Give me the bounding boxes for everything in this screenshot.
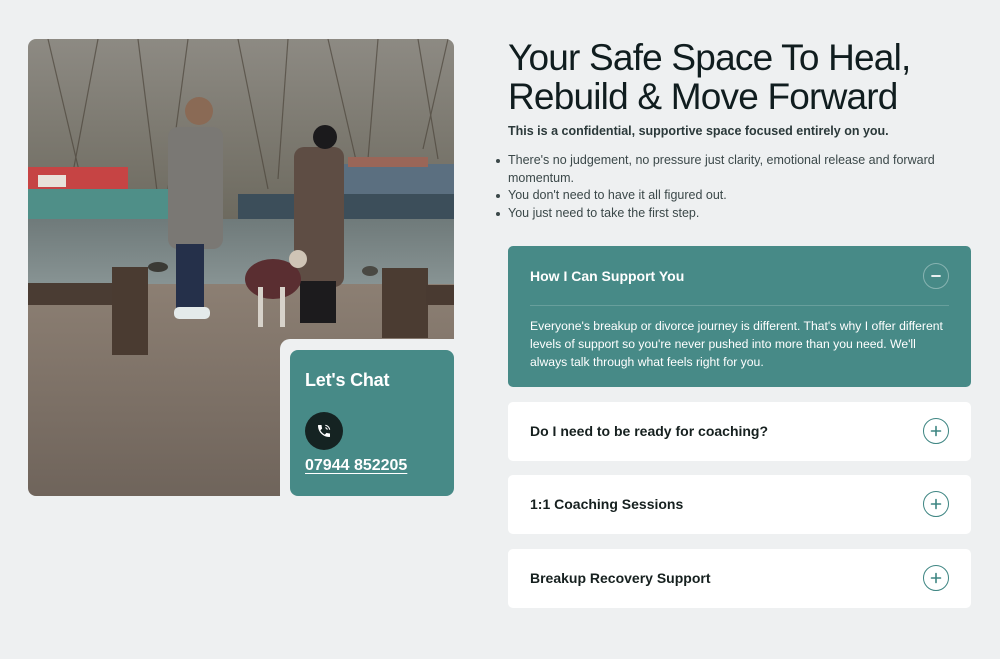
page-title: Your Safe Space To Heal, Rebuild & Move … (508, 38, 971, 116)
plus-icon-glyph (930, 498, 942, 510)
minus-icon[interactable] (923, 263, 949, 289)
bullet-list: There's no judgement, no pressure just c… (496, 152, 971, 222)
plus-icon-glyph (930, 425, 942, 437)
accordion-item-open[interactable]: How I Can Support You Everyone's breakup… (508, 246, 971, 387)
page-title-line-1: Your Safe Space To Heal, (508, 37, 911, 78)
subheading: This is a confidential, supportive space… (508, 124, 889, 138)
hero-photo-block: Let's Chat 07944 852205 (28, 39, 454, 496)
accordion-title[interactable]: Do I need to be ready for coaching? (530, 423, 768, 439)
bullet-item: You don't need to have it all figured ou… (496, 187, 971, 205)
accordion-item[interactable]: Breakup Recovery Support (508, 549, 971, 608)
bullet-item: There's no judgement, no pressure just c… (496, 152, 971, 187)
minus-icon-glyph (931, 275, 941, 277)
plus-icon-glyph (930, 572, 942, 584)
plus-icon[interactable] (923, 418, 949, 444)
accordion-title[interactable]: 1:1 Coaching Sessions (530, 496, 683, 512)
accordion-divider (530, 305, 949, 306)
accordion-title[interactable]: Breakup Recovery Support (530, 570, 711, 586)
accordion-title[interactable]: How I Can Support You (530, 268, 684, 284)
chat-phone-link[interactable]: 07944 852205 (305, 457, 407, 475)
plus-icon[interactable] (923, 491, 949, 517)
accordion-item[interactable]: Do I need to be ready for coaching? (508, 402, 971, 461)
hero-content: Your Safe Space To Heal, Rebuild & Move … (496, 38, 971, 222)
bullet-item: You just need to take the first step. (496, 205, 971, 223)
chat-card: Let's Chat 07944 852205 (290, 350, 454, 496)
plus-icon[interactable] (923, 565, 949, 591)
chat-title: Let's Chat (305, 370, 390, 390)
page-title-line-2: Rebuild & Move Forward (508, 76, 898, 117)
accordion-item[interactable]: 1:1 Coaching Sessions (508, 475, 971, 534)
phone-icon-glyph (318, 424, 331, 437)
accordion-body: Everyone's breakup or divorce journey is… (530, 319, 943, 369)
phone-icon[interactable] (305, 412, 343, 450)
